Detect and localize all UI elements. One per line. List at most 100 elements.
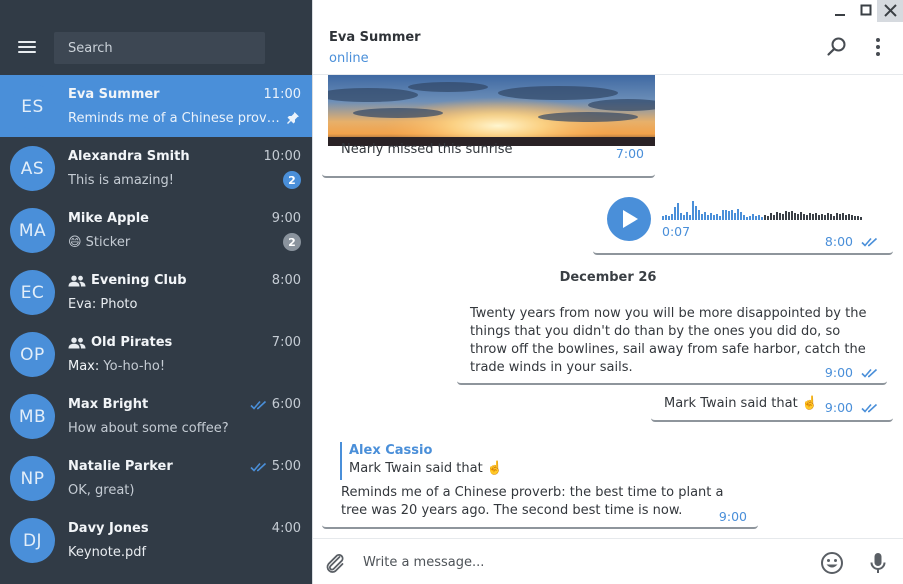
chat-name-text: Alexandra Smith bbox=[68, 149, 190, 164]
search-input[interactable] bbox=[54, 32, 265, 64]
chat-preview: Keynote.pdf bbox=[68, 545, 147, 560]
reply-author: Alex Cassio bbox=[349, 443, 433, 458]
quote-message: Twenty years from now you will be more d… bbox=[457, 297, 887, 385]
chat-item-davy-jones[interactable]: DJ Davy Jones 4:00 Keynote.pdf bbox=[0, 509, 312, 571]
message-input[interactable] bbox=[363, 550, 803, 574]
chat-name-text: Natalie Parker bbox=[68, 459, 173, 474]
chat-time-text: 11:00 bbox=[263, 87, 301, 102]
double-check-icon bbox=[861, 237, 878, 247]
play-button[interactable] bbox=[607, 197, 651, 241]
double-check-icon bbox=[861, 368, 878, 378]
voice-message: 0:07 8:00 bbox=[593, 187, 893, 255]
chat-name-text: Evening Club bbox=[91, 273, 187, 288]
chat-name-text: Eva Summer bbox=[68, 87, 160, 102]
chat-item-evening-club[interactable]: EC Evening Club 8:00 Eva: Photo bbox=[0, 261, 312, 323]
chat-header: Eva Summer online bbox=[313, 0, 903, 75]
double-check-icon bbox=[250, 462, 266, 472]
avatar: MA bbox=[10, 208, 55, 253]
preview-sender: Max: bbox=[68, 359, 100, 374]
message-area[interactable]: Nearly missed this sunrise 7:00 0:07 8:0… bbox=[313, 75, 903, 538]
chat-name: Natalie Parker bbox=[68, 459, 173, 474]
emoji-icon[interactable] bbox=[820, 551, 844, 575]
chat-item-max-bright[interactable]: MB Max Bright 6:00 How about some coffee… bbox=[0, 385, 312, 447]
chat-time-text: 6:00 bbox=[271, 397, 301, 412]
chat-title[interactable]: Eva Summer bbox=[329, 30, 421, 45]
composer bbox=[313, 538, 903, 584]
close-icon bbox=[884, 4, 897, 17]
chat-name: Eva Summer bbox=[68, 87, 160, 102]
chat-name-text: Max Bright bbox=[68, 397, 149, 412]
sunrise-photo[interactable] bbox=[328, 75, 655, 146]
voice-waveform[interactable] bbox=[662, 198, 864, 220]
reply-quote: Mark Twain said that ☝️ bbox=[349, 461, 504, 476]
chat-name: Alexandra Smith bbox=[68, 149, 190, 164]
sunrise-image bbox=[328, 75, 655, 146]
chat-name-text: Mike Apple bbox=[68, 211, 149, 226]
chat-preview: Max: Yo-ho-ho! bbox=[68, 359, 280, 374]
double-check-icon bbox=[250, 400, 266, 410]
chat-name: Evening Club bbox=[68, 273, 187, 288]
message-time: 9:00 bbox=[825, 400, 879, 415]
message-time-text: 9:00 bbox=[824, 400, 853, 415]
maximize-icon[interactable] bbox=[857, 2, 875, 20]
chat-item-eva-summer[interactable]: ES Eva Summer 11:00 Reminds me of a Chin… bbox=[0, 75, 312, 137]
message-text: Twenty years from now you will be more d… bbox=[470, 306, 867, 375]
chat-name: Mike Apple bbox=[68, 211, 149, 226]
chat-name-text: Davy Jones bbox=[68, 521, 149, 536]
chat-list: ES Eva Summer 11:00 Reminds me of a Chin… bbox=[0, 75, 312, 571]
group-icon bbox=[68, 337, 86, 348]
pin-icon bbox=[287, 112, 299, 124]
minimize-icon[interactable] bbox=[831, 2, 849, 20]
double-check-icon bbox=[861, 403, 878, 413]
voice-duration: 0:07 bbox=[662, 224, 691, 239]
chat-item-old-pirates[interactable]: OP Old Pirates 7:00 Max: Yo-ho-ho! bbox=[0, 323, 312, 385]
chat-time: 6:00 bbox=[250, 397, 301, 412]
message-time: 9:00 bbox=[825, 365, 879, 380]
chat-time-text: 7:00 bbox=[271, 335, 301, 350]
sidebar-top bbox=[0, 0, 312, 75]
preview-text: Yo-ho-ho! bbox=[99, 359, 166, 374]
avatar: OP bbox=[10, 332, 55, 377]
photo-message: Nearly missed this sunrise 7:00 bbox=[322, 75, 655, 178]
chat-time-text: 10:00 bbox=[263, 149, 301, 164]
chat-preview: 😄 Sticker bbox=[68, 235, 131, 250]
chat-name: Old Pirates bbox=[68, 335, 172, 350]
chat-name: Max Bright bbox=[68, 397, 148, 412]
chat-name-text: Old Pirates bbox=[91, 335, 173, 350]
chat-item-alexandra-smith[interactable]: AS Alexandra Smith 10:00 This is amazing… bbox=[0, 137, 312, 199]
avatar: AS bbox=[10, 146, 55, 191]
message-time: 9:00 bbox=[718, 509, 747, 524]
chat-item-mike-apple[interactable]: MA Mike Apple 9:00 😄 Sticker 2 bbox=[0, 199, 312, 261]
chat-time: 7:00 bbox=[272, 335, 301, 350]
chat-time: 11:00 bbox=[264, 87, 301, 102]
chat-preview: Reminds me of a Chinese proverb: the bes… bbox=[68, 111, 280, 126]
search-icon[interactable] bbox=[826, 36, 848, 58]
avatar: DJ bbox=[10, 518, 55, 563]
twain-message: Mark Twain said that ☝️ 9:00 bbox=[651, 389, 893, 422]
avatar: ES bbox=[10, 84, 55, 129]
chat-time: 5:00 bbox=[250, 459, 301, 474]
hamburger-icon[interactable] bbox=[16, 38, 38, 56]
message-time-text: 9:00 bbox=[824, 365, 853, 380]
chat-status: online bbox=[329, 51, 369, 66]
unread-badge: 2 bbox=[283, 233, 301, 251]
chat-preview: How about some coffee? bbox=[68, 421, 229, 436]
more-vertical-icon[interactable] bbox=[867, 36, 889, 58]
message-time: 7:00 bbox=[615, 146, 644, 161]
message-time: 8:00 bbox=[825, 234, 879, 249]
microphone-icon[interactable] bbox=[866, 551, 890, 575]
chat-time: 9:00 bbox=[272, 211, 301, 226]
close-button[interactable] bbox=[877, 0, 903, 22]
reply-preview[interactable]: Alex Cassio Mark Twain said that ☝️ bbox=[340, 442, 503, 480]
avatar: NP bbox=[10, 456, 55, 501]
unread-badge: 2 bbox=[283, 171, 301, 189]
message-text: Mark Twain said that ☝️ bbox=[664, 396, 819, 411]
chat-time-text: 4:00 bbox=[271, 521, 301, 536]
chat-time: 10:00 bbox=[264, 149, 301, 164]
chat-time: 8:00 bbox=[272, 273, 301, 288]
paperclip-icon[interactable] bbox=[323, 551, 347, 575]
chat-preview: OK, great) bbox=[68, 483, 135, 498]
chat-item-natalie-parker[interactable]: NP Natalie Parker 5:00 OK, great) bbox=[0, 447, 312, 509]
message-time-text: 8:00 bbox=[824, 234, 853, 249]
chat-preview: Eva: Photo bbox=[68, 297, 138, 312]
